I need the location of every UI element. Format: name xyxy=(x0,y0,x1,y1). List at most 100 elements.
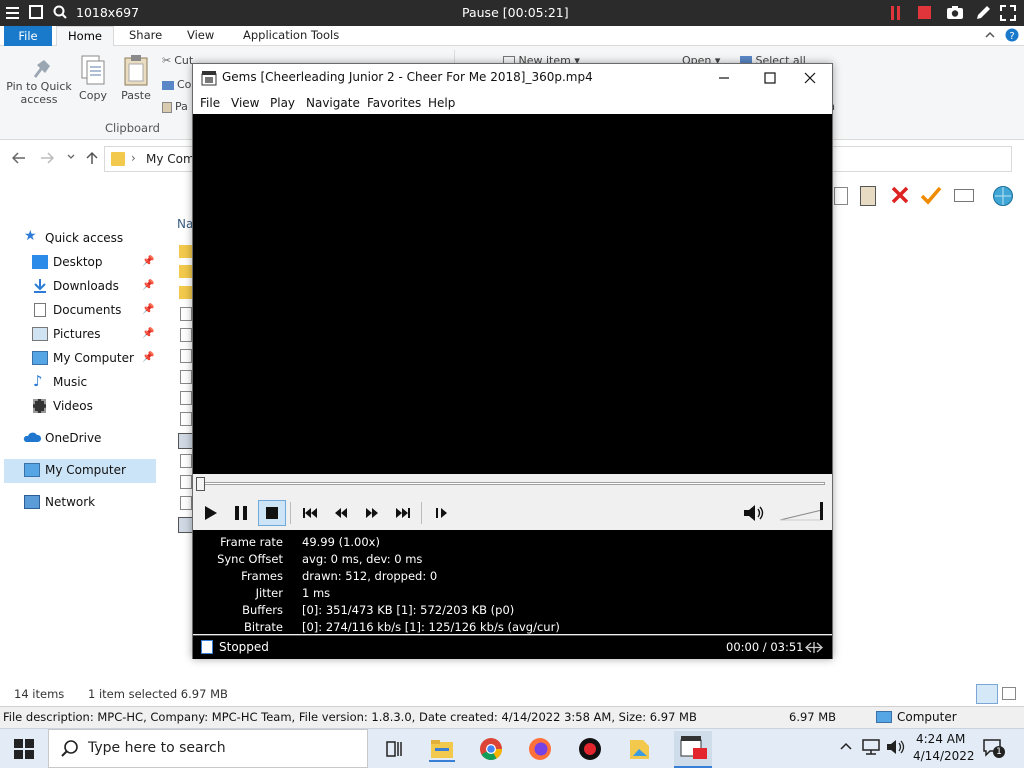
folder-icon[interactable] xyxy=(179,286,193,299)
rename-icon[interactable] xyxy=(954,189,974,202)
nav-item-desktop[interactable]: Desktop 📌 xyxy=(0,251,160,275)
fullscreen-icon[interactable] xyxy=(1000,5,1016,21)
menu-view[interactable]: View xyxy=(231,96,259,110)
nav-item-quick-access[interactable]: ★ Quick access xyxy=(0,227,160,251)
explorer-extra-toolbar xyxy=(832,184,1024,210)
forward-arrow-icon[interactable] xyxy=(40,152,54,164)
tab-file[interactable]: File xyxy=(4,26,52,46)
file-icon[interactable] xyxy=(180,349,192,363)
column-header-name[interactable]: Na xyxy=(177,217,193,231)
nav-item-network[interactable]: Network xyxy=(0,491,160,515)
clock-time[interactable]: 4:24 AM xyxy=(916,732,965,746)
play-button[interactable] xyxy=(196,500,224,526)
tab-view[interactable]: View xyxy=(187,28,214,42)
tab-home[interactable]: Home xyxy=(56,26,114,47)
file-icon[interactable] xyxy=(180,412,192,426)
volume-thumb[interactable] xyxy=(820,502,823,520)
pause-icon[interactable] xyxy=(890,6,902,20)
menu-icon[interactable] xyxy=(6,6,19,19)
globe-icon[interactable] xyxy=(992,185,1014,207)
up-arrow-icon[interactable] xyxy=(86,151,98,165)
notification-center-icon[interactable]: 1 xyxy=(982,738,1005,758)
video-area[interactable] xyxy=(193,114,832,474)
pause-button[interactable] xyxy=(227,500,255,526)
file-icon[interactable] xyxy=(180,454,192,468)
back-arrow-icon[interactable] xyxy=(12,152,26,164)
menu-favorites[interactable]: Favorites xyxy=(367,96,421,110)
recent-dropdown-icon[interactable] xyxy=(67,154,75,160)
nav-item-documents[interactable]: Documents 📌 xyxy=(0,299,160,323)
task-view-icon[interactable] xyxy=(381,736,407,762)
nav-item-videos[interactable]: Videos xyxy=(0,395,160,419)
copy-small-icon[interactable] xyxy=(834,187,848,205)
paste-small-icon[interactable] xyxy=(860,186,876,206)
nav-item-onedrive[interactable]: OneDrive xyxy=(0,427,160,451)
nav-item-my-computer[interactable]: My Computer xyxy=(4,459,156,483)
volume-button[interactable] xyxy=(742,502,768,524)
details-view-icon[interactable] xyxy=(976,684,998,704)
large-icons-view-icon[interactable] xyxy=(1002,687,1016,700)
frame-step-button[interactable] xyxy=(428,500,456,526)
clock-date[interactable]: 4/14/2022 xyxy=(913,749,975,763)
volume-icon[interactable] xyxy=(886,739,906,755)
network-status-icon[interactable] xyxy=(862,739,882,755)
paste-button[interactable]: Paste xyxy=(118,54,154,102)
nav-item-my-computer-pinned[interactable]: My Computer 📌 xyxy=(0,347,160,371)
start-button[interactable] xyxy=(14,739,34,759)
seek-thumb[interactable] xyxy=(196,477,205,491)
cut-button[interactable]: ✂ Cut xyxy=(162,54,194,70)
chevron-up-icon[interactable] xyxy=(985,30,995,40)
pin-quick-access-button[interactable]: Pin to Quick access xyxy=(4,54,74,106)
stop-button[interactable] xyxy=(258,500,286,526)
seek-bar[interactable] xyxy=(193,474,832,496)
seek-track[interactable] xyxy=(200,482,825,485)
fullscreen-toggle-icon[interactable] xyxy=(805,641,823,654)
firefox-icon[interactable] xyxy=(527,736,553,762)
checkmark-icon[interactable] xyxy=(920,185,942,205)
search-icon[interactable] xyxy=(53,5,67,19)
minimize-button[interactable] xyxy=(701,64,747,92)
pen-icon[interactable] xyxy=(975,5,991,21)
file-icon[interactable] xyxy=(180,496,192,510)
nav-item-downloads[interactable]: Downloads 📌 xyxy=(0,275,160,299)
paste-shortcut-button[interactable]: Pa xyxy=(162,100,194,116)
volume-slider[interactable] xyxy=(778,502,830,524)
file-explorer-icon[interactable] xyxy=(429,736,455,762)
next-button[interactable] xyxy=(389,500,417,526)
menu-help[interactable]: Help xyxy=(428,96,455,110)
menu-file[interactable]: File xyxy=(200,96,220,110)
file-icon[interactable] xyxy=(180,328,192,342)
nav-item-music[interactable]: ♪ Music xyxy=(0,371,160,395)
mpc-hc-taskbar-icon[interactable] xyxy=(674,731,712,768)
screen-recorder-icon[interactable] xyxy=(577,736,603,762)
window-icon[interactable] xyxy=(29,5,43,19)
chrome-icon[interactable] xyxy=(478,736,504,762)
nav-item-pictures[interactable]: Pictures 📌 xyxy=(0,323,160,347)
taskbar-search[interactable]: Type here to search xyxy=(48,729,368,768)
copy-button[interactable]: Copy xyxy=(76,54,110,102)
delete-icon[interactable] xyxy=(890,185,910,205)
show-hidden-icons-chevron[interactable] xyxy=(840,742,852,750)
menu-navigate[interactable]: Navigate xyxy=(306,96,360,110)
help-icon[interactable]: ? xyxy=(1005,28,1019,42)
folder-icon xyxy=(111,152,125,166)
desktop-icon xyxy=(32,255,48,269)
folder-icon[interactable] xyxy=(179,245,193,258)
file-icon[interactable] xyxy=(180,307,192,321)
fast-forward-button[interactable] xyxy=(358,500,386,526)
menu-play[interactable]: Play xyxy=(270,96,295,110)
copy-path-button[interactable]: Co xyxy=(162,78,194,94)
image-viewer-icon[interactable] xyxy=(627,736,653,762)
rewind-button[interactable] xyxy=(327,500,355,526)
file-icon[interactable] xyxy=(180,475,192,489)
breadcrumb-path[interactable]: My Com xyxy=(146,152,195,166)
close-button[interactable] xyxy=(787,64,833,92)
file-icon[interactable] xyxy=(180,391,192,405)
tab-share[interactable]: Share xyxy=(129,28,162,42)
folder-icon[interactable] xyxy=(179,265,193,278)
stop-icon[interactable] xyxy=(918,6,931,19)
camera-icon[interactable] xyxy=(946,5,964,20)
tab-application-tools[interactable]: Application Tools xyxy=(243,28,339,42)
previous-button[interactable] xyxy=(296,500,324,526)
file-icon[interactable] xyxy=(180,370,192,384)
